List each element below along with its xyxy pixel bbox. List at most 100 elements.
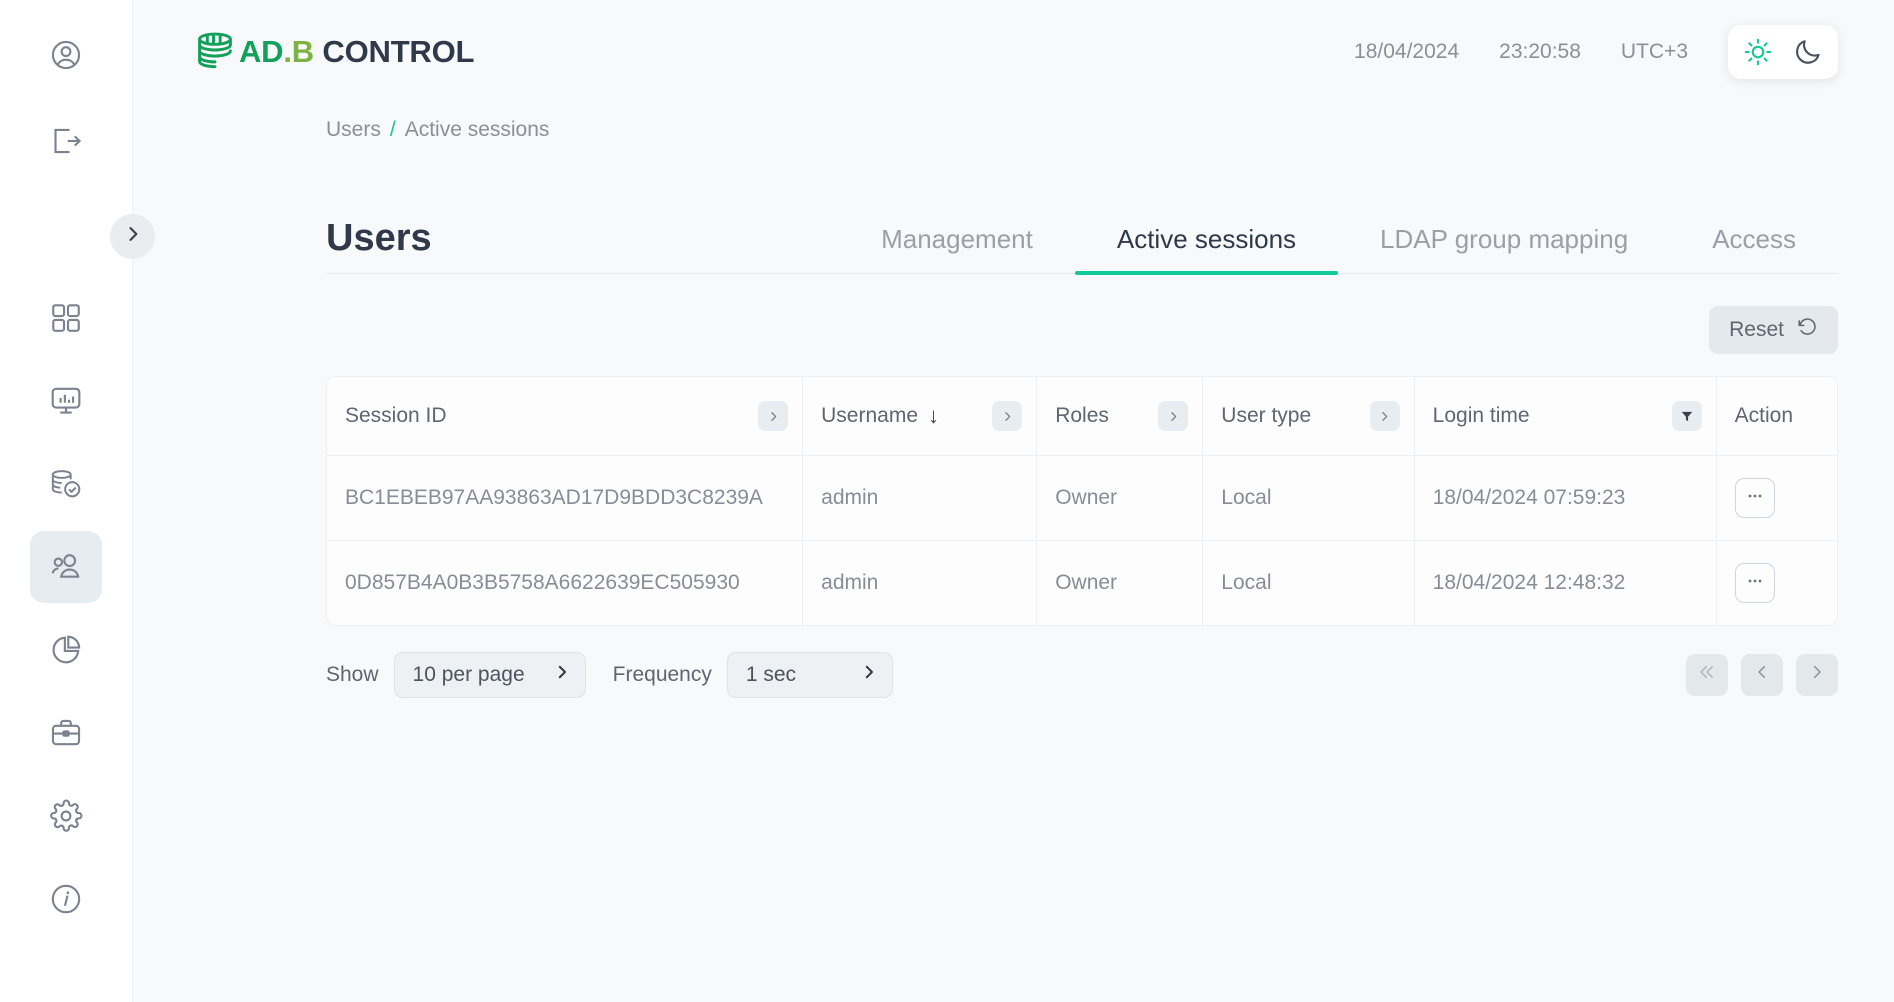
sidebar-item-dashboard[interactable] [30, 282, 102, 354]
pagination-prev-button[interactable] [1741, 654, 1783, 696]
frequency-select[interactable]: 1 sec [727, 652, 893, 698]
cell-login-time: 18/04/2024 07:59:23 [1414, 456, 1716, 541]
column-header-login-time: Login time [1414, 377, 1716, 456]
refresh-ccw-icon [1796, 316, 1818, 344]
table-toolbar: Reset [326, 306, 1838, 354]
users-icon [49, 550, 83, 584]
breadcrumb-item-users[interactable]: Users [326, 118, 381, 142]
sidebar-item-users[interactable] [30, 531, 102, 603]
cell-action [1716, 541, 1837, 626]
cell-roles: Owner [1037, 456, 1203, 541]
chevron-right-icon[interactable] [992, 401, 1022, 431]
sidebar-item-about[interactable] [30, 863, 102, 935]
app-root: AD.B CONTROL 18/04/2024 23:20:58 UTC+3 [0, 0, 1894, 1002]
table-header-row: Session ID Username ↓ [327, 377, 1837, 456]
sidebar-item-reports[interactable] [30, 614, 102, 686]
cell-login-time: 18/04/2024 12:48:32 [1414, 541, 1716, 626]
database-check-icon [49, 467, 83, 501]
breadcrumb: Users / Active sessions [193, 118, 1894, 142]
tab-ldap-group-mapping[interactable]: LDAP group mapping [1338, 224, 1670, 273]
pagination [1686, 654, 1838, 696]
ellipsis-icon [1745, 571, 1765, 595]
pagination-next-button[interactable] [1796, 654, 1838, 696]
chevron-right-icon[interactable] [1370, 401, 1400, 431]
column-header-username: Username ↓ [803, 377, 1037, 456]
page-header: Users Management Active sessions LDAP gr… [326, 190, 1838, 274]
cell-user-type: Local [1203, 456, 1414, 541]
gear-icon [49, 799, 83, 833]
table-footer-controls: Show 10 per page Frequency 1 sec [326, 652, 893, 698]
moon-icon[interactable] [1790, 34, 1826, 70]
briefcase-icon [49, 716, 83, 750]
timezone-label: UTC+3 [1621, 40, 1688, 64]
table-header: Session ID Username ↓ [327, 377, 1837, 456]
cell-roles: Owner [1037, 541, 1203, 626]
tab-bar: Management Active sessions LDAP group ma… [839, 224, 1838, 273]
cell-action [1716, 456, 1837, 541]
logo-text-accent: .B [283, 34, 314, 69]
table-body: BC1EBEB97AA93863AD17D9BDD3C8239A admin O… [327, 456, 1837, 626]
current-time: 23:20:58 [1499, 40, 1581, 64]
current-date: 18/04/2024 [1354, 40, 1459, 64]
user-circle-icon [49, 38, 83, 72]
sort-descending-icon[interactable]: ↓ [928, 403, 939, 429]
pagination-first-button[interactable] [1686, 654, 1728, 696]
filter-icon[interactable] [1672, 401, 1702, 431]
chevron-right-icon [553, 663, 571, 687]
logout-icon [49, 124, 83, 158]
page-title: Users [326, 219, 432, 273]
column-label-action: Action [1735, 404, 1793, 428]
frequency-value: 1 sec [746, 663, 796, 687]
table-footer: Show 10 per page Frequency 1 sec [326, 652, 1838, 698]
sidebar-item-monitoring[interactable] [30, 365, 102, 437]
page-size-select[interactable]: 10 per page [394, 652, 586, 698]
page-size-value: 10 per page [413, 663, 525, 687]
breadcrumb-separator: / [390, 118, 396, 142]
sidebar-item-settings[interactable] [30, 780, 102, 852]
column-label-session-id: Session ID [345, 404, 447, 428]
sidebar-item-account[interactable] [30, 19, 102, 91]
cell-username: admin [803, 541, 1037, 626]
chevron-left-icon [1753, 663, 1771, 687]
grid-icon [49, 301, 83, 335]
info-circle-icon [49, 882, 83, 916]
column-label-roles: Roles [1055, 404, 1109, 428]
chevron-right-icon [123, 224, 143, 249]
chevron-right-icon[interactable] [1158, 401, 1188, 431]
table-row[interactable]: BC1EBEB97AA93863AD17D9BDD3C8239A admin O… [327, 456, 1837, 541]
row-actions-button[interactable] [1735, 563, 1775, 603]
sidebar-top-group [30, 19, 102, 177]
sidebar-expand-toggle[interactable] [110, 214, 155, 259]
cell-session-id: BC1EBEB97AA93863AD17D9BDD3C8239A [327, 456, 803, 541]
sidebar-nav [30, 282, 102, 935]
pie-chart-icon [49, 633, 83, 667]
chevrons-left-icon [1698, 663, 1716, 687]
main-content: AD.B CONTROL 18/04/2024 23:20:58 UTC+3 [133, 0, 1894, 1002]
table-row[interactable]: 0D857B4A0B3B5758A6622639EC505930 admin O… [327, 541, 1837, 626]
theme-toggle [1728, 25, 1838, 79]
monitor-chart-icon [49, 384, 83, 418]
cell-username: admin [803, 456, 1037, 541]
chevron-right-icon [860, 663, 878, 687]
ellipsis-icon [1745, 486, 1765, 510]
tab-access[interactable]: Access [1670, 224, 1838, 273]
sidebar-item-logout[interactable] [30, 105, 102, 177]
cell-user-type: Local [1203, 541, 1414, 626]
column-label-login-time: Login time [1433, 404, 1530, 428]
column-label-user-type: User type [1221, 404, 1311, 428]
cell-session-id: 0D857B4A0B3B5758A6622639EC505930 [327, 541, 803, 626]
row-actions-button[interactable] [1735, 478, 1775, 518]
sidebar-item-backups[interactable] [30, 448, 102, 520]
chevron-right-icon[interactable] [758, 401, 788, 431]
column-header-roles: Roles [1037, 377, 1203, 456]
sessions-table: Session ID Username ↓ [326, 376, 1838, 626]
chevron-right-icon [1808, 663, 1826, 687]
sidebar-item-tasks[interactable] [30, 697, 102, 769]
tab-management[interactable]: Management [839, 224, 1075, 273]
tab-active-sessions[interactable]: Active sessions [1075, 224, 1338, 273]
reset-button[interactable]: Reset [1709, 306, 1838, 354]
topbar-right: 18/04/2024 23:20:58 UTC+3 [1354, 25, 1838, 79]
sidebar [0, 0, 133, 1002]
sun-icon[interactable] [1740, 34, 1776, 70]
database-stack-icon [193, 30, 237, 74]
